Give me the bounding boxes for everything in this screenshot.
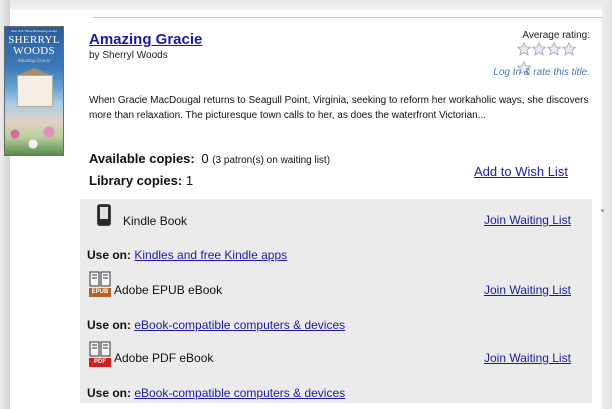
waiting-list-note: (3 patron(s) on waiting list) [212, 155, 331, 166]
book-title-link[interactable]: Amazing Gracie [89, 31, 202, 48]
star-icon [546, 41, 562, 56]
use-on-label: Use on: [87, 386, 132, 400]
library-copies-label: Library copies: [89, 173, 183, 188]
use-on-kindle: Use on: Kindles and free Kindle apps [87, 248, 287, 262]
epub-icon: EPUB [89, 271, 111, 297]
kindle-icon [97, 204, 111, 226]
use-on-epub: Use on: eBook-compatible computers & dev… [87, 318, 345, 332]
ebook-devices-link[interactable]: eBook-compatible computers & devices [134, 386, 345, 400]
ebook-devices-link[interactable]: eBook-compatible computers & devices [134, 318, 345, 332]
top-bar [10, 0, 606, 10]
cover-flowers [5, 122, 63, 155]
star-icon [516, 41, 532, 56]
available-copies-value: 0 [201, 151, 209, 166]
scroll-marker [601, 209, 604, 212]
join-waiting-list-epub[interactable]: Join Waiting List [484, 283, 571, 297]
top-divider [93, 17, 606, 18]
book-author: by Sherryl Woods [89, 50, 168, 61]
kindle-screen [100, 207, 108, 219]
kindle-apps-link[interactable]: Kindles and free Kindle apps [134, 248, 287, 262]
epub-badge: EPUB [89, 288, 111, 297]
pdf-badge: PDF [89, 358, 111, 367]
available-copies-label: Available copies: [89, 151, 195, 166]
library-copies: Library copies: 1 [89, 173, 193, 188]
format-name-pdf: Adobe PDF eBook [114, 351, 214, 365]
cover-house [17, 75, 53, 107]
format-name-kindle: Kindle Book [123, 214, 188, 228]
star-icon [561, 41, 577, 56]
library-copies-value: 1 [185, 173, 194, 188]
use-on-label: Use on: [87, 318, 132, 332]
use-on-label: Use on: [87, 248, 132, 262]
use-on-pdf: Use on: eBook-compatible computers & dev… [87, 386, 345, 400]
star-icon [531, 41, 547, 56]
book-description: When Gracie MacDougal returns to Seagull… [89, 95, 589, 121]
book-cover-image[interactable]: New York Times Bestselling Author SHERRY… [4, 26, 64, 156]
join-waiting-list-pdf[interactable]: Join Waiting List [484, 351, 571, 365]
cover-title: Amazing Gracie [17, 59, 51, 64]
join-waiting-list-kindle[interactable]: Join Waiting List [484, 213, 571, 227]
available-copies: Available copies: 0 (3 patron(s) on wait… [89, 151, 330, 166]
average-rating-label: Average rating: [522, 30, 590, 41]
formats-panel [80, 199, 592, 403]
cover-tagline: New York Times Bestselling Author [10, 29, 58, 33]
add-to-wish-list-link[interactable]: Add to Wish List [474, 164, 568, 179]
format-name-epub: Adobe EPUB eBook [114, 283, 223, 297]
cover-author: SHERRYL WOODS [8, 34, 60, 57]
login-rate-link[interactable]: Log In & rate this title. [440, 67, 590, 78]
star-rating [516, 41, 590, 75]
page-right-border [602, 0, 612, 409]
pdf-icon: PDF [89, 341, 111, 367]
